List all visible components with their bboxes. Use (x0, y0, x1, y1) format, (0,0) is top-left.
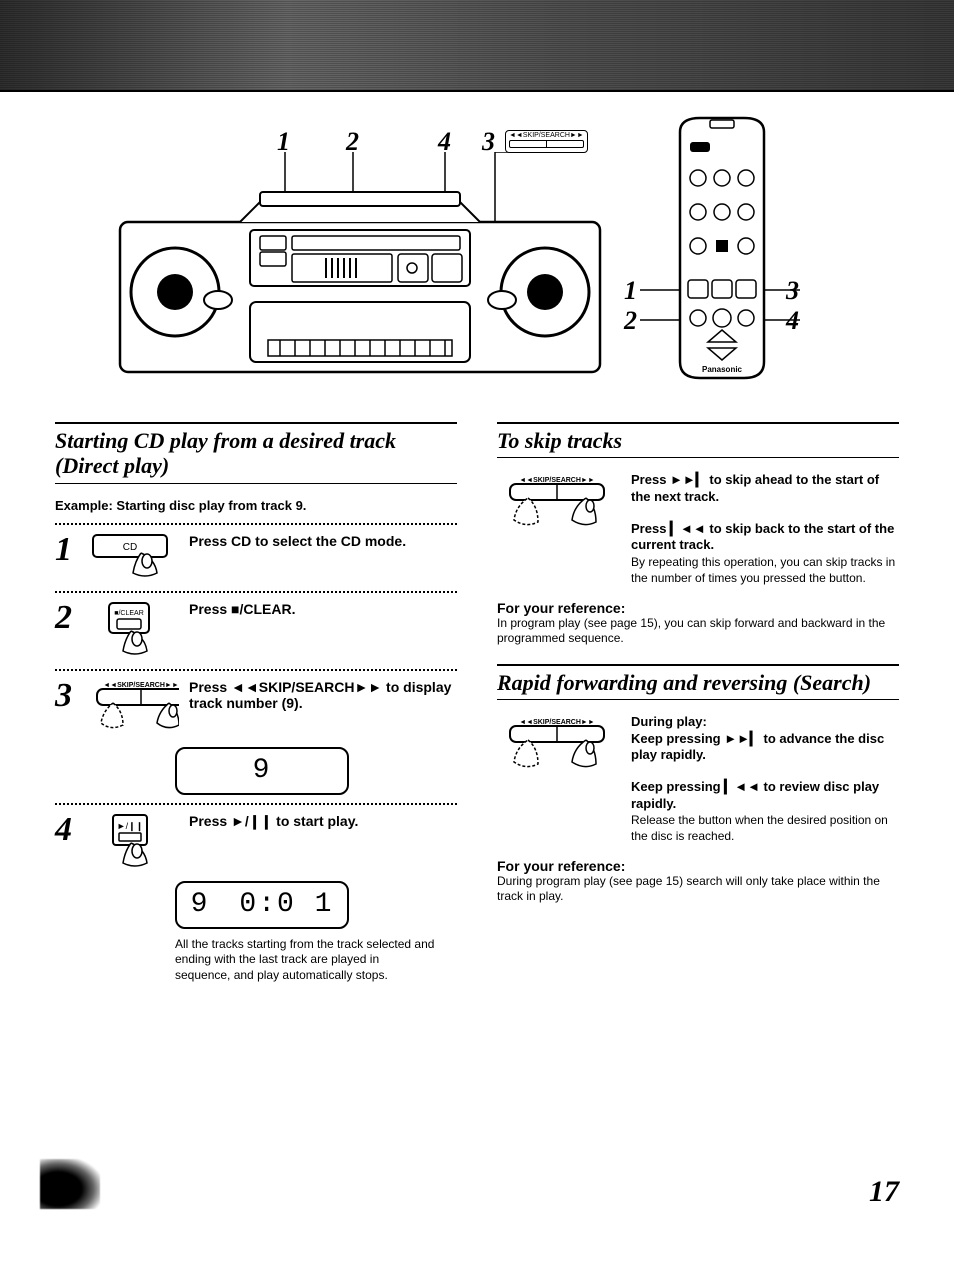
section-title-skip: To skip tracks (497, 426, 899, 455)
svg-text:◄◄SKIP/SEARCH►►: ◄◄SKIP/SEARCH►► (519, 477, 595, 484)
skip-search-icon: ◄◄SKIP/SEARCH►► (497, 714, 617, 844)
step-number: 2 (55, 601, 81, 635)
step-number: 4 (55, 813, 81, 847)
skip-search-callout-box: ◄◄SKIP/SEARCH►► (505, 130, 588, 153)
lcd-track: 9 (253, 755, 272, 786)
play-pause-icon: ►/❙❙ (91, 813, 179, 873)
dotted-divider (55, 591, 457, 593)
right-column: To skip tracks ◄◄SKIP/SEARCH►► Press ►►▎… (497, 422, 899, 983)
reference-heading: For your reference: (497, 858, 899, 874)
svg-text:■/CLEAR: ■/CLEAR (114, 610, 144, 617)
cd-button-icon: CD (91, 533, 179, 583)
skip-search-icon: ◄◄SKIP/SEARCH►► (91, 679, 179, 739)
search-block: ◄◄SKIP/SEARCH►► During play: Keep pressi… (497, 714, 899, 844)
callout-remote-1: 1 (624, 276, 637, 306)
step-text: Press ◄◄SKIP/SEARCH►► to display track n… (189, 679, 457, 711)
svg-text:◄◄SKIP/SEARCH►►: ◄◄SKIP/SEARCH►► (103, 682, 179, 689)
example-line: Example: Starting disc play from track 9… (55, 498, 457, 513)
step-text: Press ►/❙❙ to start play. (189, 813, 457, 830)
lcd-display-step3: 9 (175, 747, 349, 795)
step-number: 1 (55, 533, 81, 567)
header-texture (0, 0, 954, 92)
callout-remote-2: 2 (624, 306, 637, 336)
step-2: 2 ■/CLEAR Press ■/CLEAR. (55, 601, 457, 661)
section-title-search: Rapid forwarding and reversing (Search) (497, 668, 899, 697)
remote-illustration: Panasonic (640, 112, 810, 392)
step-3: 3 ◄◄SKIP/SEARCH►► Press ◄◄SKIP/SEARCH►► … (55, 679, 457, 739)
skip-search-icon: ◄◄SKIP/SEARCH►► (497, 472, 617, 586)
skip-search-callout-label: ◄◄SKIP/SEARCH►► (509, 132, 584, 139)
dotted-divider (55, 523, 457, 525)
svg-text:◄◄SKIP/SEARCH►►: ◄◄SKIP/SEARCH►► (519, 719, 595, 726)
reference-heading: For your reference: (497, 600, 899, 616)
lcd-time: 0:0 1 (239, 889, 333, 920)
content-columns: Starting CD play from a desired track (D… (0, 402, 954, 983)
section-title-direct-play: Starting CD play from a desired track (D… (55, 426, 457, 481)
skip-text: Press ►►▎ to skip ahead to the start of … (631, 472, 899, 586)
diagram-area: 1 2 4 3 ◄◄SKIP/SEARCH►► (0, 92, 954, 402)
corner-smudge (40, 1159, 100, 1209)
clear-button-icon: ■/CLEAR (91, 601, 179, 661)
svg-text:CD: CD (123, 542, 137, 553)
svg-text:►/❙❙: ►/❙❙ (117, 821, 144, 832)
lcd-display-step4: 9 0:0 1 (175, 881, 349, 929)
reference-body: In program play (see page 15), you can s… (497, 616, 899, 646)
step-1: 1 CD Press CD to select the CD mode. (55, 533, 457, 583)
dotted-divider (55, 803, 457, 805)
svg-text:Panasonic: Panasonic (702, 365, 743, 374)
skip-block: ◄◄SKIP/SEARCH►► Press ►►▎ to skip ahead … (497, 472, 899, 586)
reference-body: During program play (see page 15) search… (497, 874, 899, 904)
step-text: Press ■/CLEAR. (189, 601, 457, 617)
step-4: 4 ►/❙❙ Press ►/❙❙ to start play. (55, 813, 457, 873)
step-text: Press CD to select the CD mode. (189, 533, 457, 549)
step4-caption: All the tracks starting from the track s… (175, 937, 435, 984)
boombox-illustration (100, 152, 620, 382)
step-number: 3 (55, 679, 81, 713)
page-number: 17 (869, 1175, 899, 1209)
manual-page: 1 2 4 3 ◄◄SKIP/SEARCH►► (0, 0, 954, 1269)
search-text: During play: Keep pressing ►►▎ to advanc… (631, 714, 899, 844)
lcd-track: 9 (191, 889, 210, 920)
left-column: Starting CD play from a desired track (D… (55, 422, 457, 983)
dotted-divider (55, 669, 457, 671)
